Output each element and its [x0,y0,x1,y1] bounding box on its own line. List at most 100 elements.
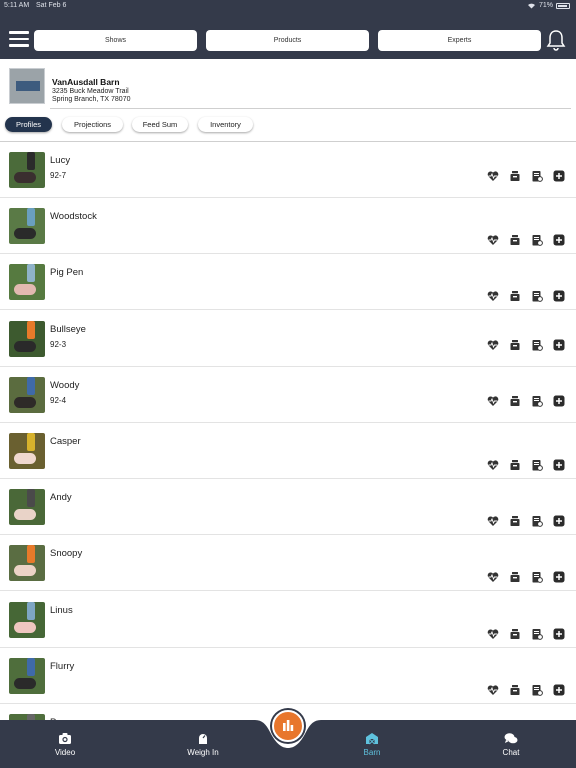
list-item[interactable]: Snoopy [0,535,576,592]
list-item[interactable]: Flurry [0,648,576,704]
experts-button[interactable]: Experts [378,30,541,51]
barn-address-line1: 3235 Buck Meadow Trail [52,88,129,95]
add-icon[interactable] [553,395,565,407]
animal-name: Woody [50,379,80,391]
row-actions [487,290,565,303]
list-item[interactable]: Linus [0,592,576,648]
clipboard-icon[interactable] [531,571,543,584]
add-icon[interactable] [553,290,565,302]
center-action-button[interactable] [272,710,304,742]
animal-photo [9,264,45,301]
clipboard-icon[interactable] [531,170,543,182]
tab-profiles[interactable]: Profiles [5,117,52,132]
products-button[interactable]: Products [206,30,369,51]
feed-bowl-icon[interactable] [509,339,521,351]
add-icon[interactable] [553,515,565,527]
add-icon[interactable] [553,684,565,696]
add-icon[interactable] [553,628,565,640]
feed-bowl-icon[interactable] [509,571,521,583]
clipboard-icon[interactable] [531,234,543,247]
heartbeat-icon[interactable] [487,339,499,351]
feed-bowl-icon[interactable] [509,459,521,471]
feed-bowl-icon[interactable] [509,395,521,407]
heartbeat-icon[interactable] [487,290,499,302]
list-item[interactable]: Woody 92-4 [0,367,576,423]
shows-button[interactable]: Shows [34,30,197,51]
row-actions [487,170,565,182]
animal-tag: 92-4 [50,395,67,405]
barn-address-line2: Spring Branch, TX 78070 [52,96,131,103]
list-item[interactable]: Casper [0,423,576,479]
animal-photo [9,433,45,469]
barn-header: VanAusdall Barn 3235 Buck Meadow Trail S… [0,59,576,109]
feed-bowl-icon[interactable] [509,290,521,302]
status-bar: 5:11 AM Sat Feb 6 71% [0,0,576,12]
row-actions [487,515,565,528]
feed-bowl-icon[interactable] [509,628,521,640]
heartbeat-icon[interactable] [487,170,499,182]
animal-name: Linus [50,604,73,616]
add-icon[interactable] [553,170,565,182]
divider [50,108,571,109]
clipboard-icon[interactable] [531,515,543,528]
row-actions [487,684,565,696]
wifi-icon [527,3,535,9]
feed-bowl-icon[interactable] [509,684,521,696]
list-item[interactable]: Bullseye 92-3 [0,311,576,367]
animal-tag: 92-3 [50,339,67,349]
barn-icon [366,733,378,745]
animal-name: Pig Pen [50,267,84,279]
clipboard-icon[interactable] [531,684,543,696]
tab-video[interactable]: Video [25,732,105,757]
animal-name: Flurry [50,660,75,672]
row-actions [487,459,565,471]
clipboard-icon[interactable] [531,395,543,407]
tab-chat-label: Chat [502,748,520,757]
stats-icon [283,720,294,731]
animal-name: Woodstock [50,211,97,223]
scale-icon [199,734,207,744]
heartbeat-icon[interactable] [487,459,499,471]
animal-photo [9,657,45,694]
clipboard-icon[interactable] [531,459,543,471]
top-nav: Shows Products Experts [0,12,576,59]
animal-name: Lucy [50,155,71,166]
heartbeat-icon[interactable] [487,515,499,527]
tab-projections[interactable]: Projections [62,117,123,132]
heartbeat-icon[interactable] [487,684,499,696]
add-icon[interactable] [553,459,565,471]
tab-inventory[interactable]: Inventory [198,117,253,132]
add-icon[interactable] [553,234,565,246]
heartbeat-icon[interactable] [487,234,499,246]
animal-photo [9,545,45,582]
tab-weigh-in[interactable]: Weigh In [163,732,243,757]
bell-icon[interactable] [546,29,566,51]
clipboard-icon[interactable] [531,339,543,351]
list-item[interactable]: Pig Pen [0,254,576,311]
clipboard-icon[interactable] [531,628,543,640]
tab-feed-sum[interactable]: Feed Sum [132,117,188,132]
battery-icon [556,2,570,9]
heartbeat-icon[interactable] [487,395,499,407]
menu-icon[interactable] [9,31,29,47]
tab-weigh-in-label: Weigh In [187,748,219,757]
row-actions [487,571,565,584]
feed-bowl-icon[interactable] [509,170,521,182]
heartbeat-icon[interactable] [487,628,499,640]
feed-bowl-icon[interactable] [509,515,521,527]
heartbeat-icon[interactable] [487,571,499,583]
barn-photo [9,68,45,104]
feed-bowl-icon[interactable] [509,234,521,246]
animal-list[interactable]: Lucy 92-7 Woodstock Pig Pen Bullseye 92-3 Wood… [0,142,576,720]
list-item[interactable]: Andy [0,479,576,536]
list-item[interactable]: Woodstock [0,198,576,255]
add-icon[interactable] [553,571,565,583]
add-icon[interactable] [553,339,565,351]
list-item[interactable]: Lucy 92-7 [0,142,576,198]
battery-percent: 71% [538,2,553,9]
tab-chat[interactable]: Chat [471,732,551,757]
clipboard-icon[interactable] [531,290,543,303]
tab-barn[interactable]: Barn [332,732,412,757]
animal-photo [9,489,45,526]
row-actions [487,628,565,640]
